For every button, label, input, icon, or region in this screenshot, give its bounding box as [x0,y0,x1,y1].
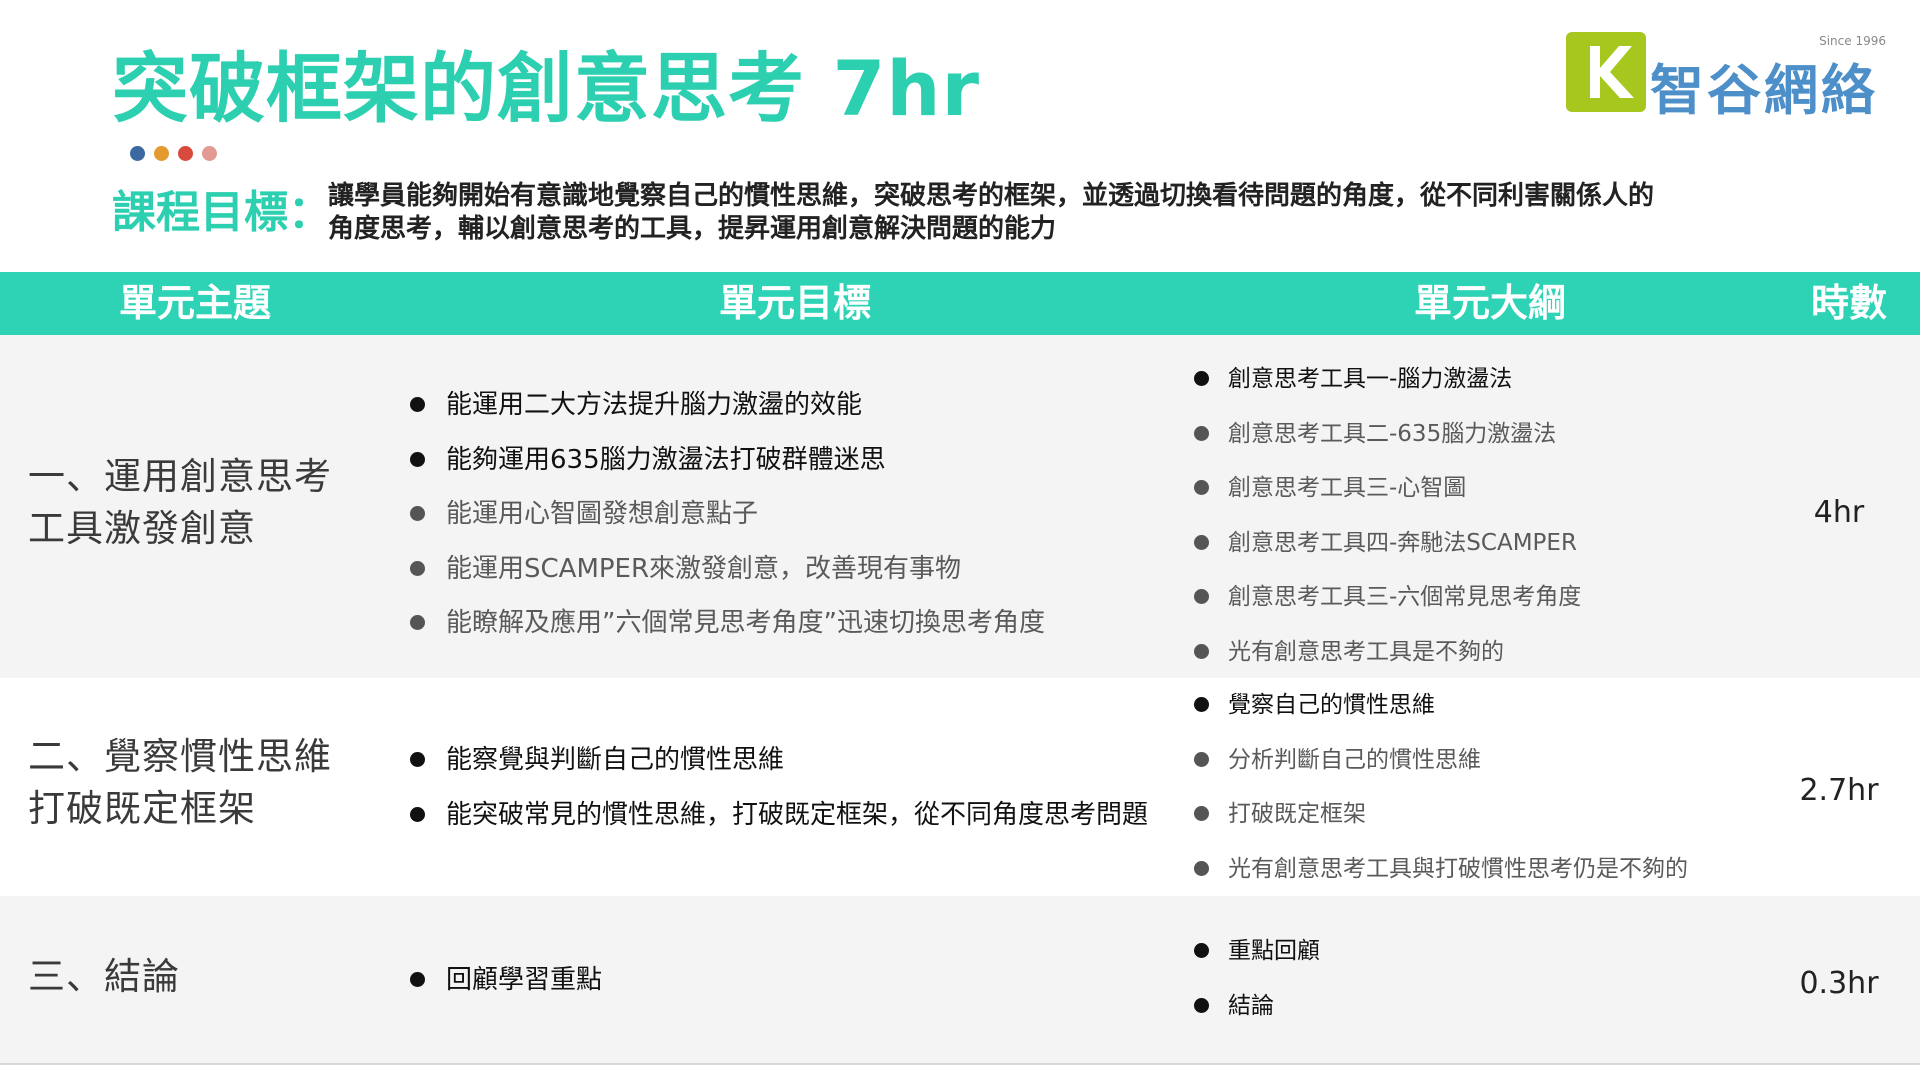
goal-item: 能夠運用635腦力激盪法打破群體迷思 [408,433,1045,488]
unit-topic: 三、結論 [28,955,180,998]
logo-since: Since 1996 [1819,34,1886,48]
goal-item: 能運用二大方法提升腦力激盪的效能 [408,378,1045,433]
decorative-dots [130,146,217,161]
goal-item: 能瞭解及應用”六個常見思考角度”迅速切換思考角度 [408,596,1045,651]
logo-k-icon [1566,32,1646,112]
goal-item: 能察覺與判斷自己的慣性思維 [408,733,1148,788]
outline-item: 創意思考工具二-635腦力激盪法 [1192,407,1581,462]
outline-item: 創意思考工具三-心智圖 [1192,461,1581,516]
header-topic: 單元主題 [118,281,271,325]
slide-title: 突破框架的創意思考 7hr [112,44,980,133]
table-bottom-border [0,1063,1920,1065]
header-outline: 單元大綱 [1413,281,1566,325]
company-logo: 智谷網絡 Since 1996 [1562,30,1890,122]
unit-goals: 能運用二大方法提升腦力激盪的效能 能夠運用635腦力激盪法打破群體迷思 能運用心… [408,378,1045,651]
table-row: 三、結論 回顧學習重點 重點回顧 結論 0.3hr [0,896,1920,1063]
outline-item: 結論 [1192,979,1320,1034]
outline-item: 分析判斷自己的慣性思維 [1192,733,1688,788]
outline-item: 覺察自己的慣性思維 [1192,678,1688,733]
dot-red [178,146,193,161]
goal-item: 回顧學習重點 [408,953,602,1008]
logo-text: 智谷網絡 [1650,59,1878,122]
course-goal-label: 課程目標： [112,187,332,238]
goal-item: 能運用心智圖發想創意點子 [408,487,1045,542]
header-hours: 時數 [1810,281,1887,325]
outline-item: 創意思考工具一-腦力激盪法 [1192,352,1581,407]
course-goal-text: 讓學員能夠開始有意識地覺察自己的慣性思維，突破思考的框架，並透過切換看待問題的角… [328,181,1655,244]
unit-topic: 一、運用創意思考工具激發創意 [28,455,332,550]
dot-blue [130,146,145,161]
outline-item: 重點回顧 [1192,924,1320,979]
outline-item: 光有創意思考工具與打破慣性思考仍是不夠的 [1192,842,1688,897]
unit-hours: 0.3hr [1799,966,1879,1001]
unit-goals: 回顧學習重點 [408,953,602,1008]
unit-outline: 創意思考工具一-腦力激盪法 創意思考工具二-635腦力激盪法 創意思考工具三-心… [1192,352,1581,679]
unit-outline: 覺察自己的慣性思維 分析判斷自己的慣性思維 打破既定框架 光有創意思考工具與打破… [1192,678,1688,896]
table-row: 二、覺察慣性思維打破既定框架 能察覺與判斷自己的慣性思維 能突破常見的慣性思維，… [0,678,1920,896]
unit-hours: 4hr [1813,495,1865,530]
table-header: 單元主題 單元目標 單元大綱 時數 [0,272,1920,335]
unit-outline: 重點回顧 結論 [1192,924,1320,1033]
unit-goals: 能察覺與判斷自己的慣性思維 能突破常見的慣性思維，打破既定框架，從不同角度思考問… [408,733,1148,842]
table-row: 一、運用創意思考工具激發創意 能運用二大方法提升腦力激盪的效能 能夠運用635腦… [0,335,1920,678]
outline-item: 創意思考工具三-六個常見思考角度 [1192,570,1581,625]
dot-orange [154,146,169,161]
outline-item: 打破既定框架 [1192,787,1688,842]
unit-hours: 2.7hr [1799,773,1879,808]
outline-item: 創意思考工具四-奔馳法SCAMPER [1192,516,1581,571]
outline-item: 光有創意思考工具是不夠的 [1192,625,1581,680]
dot-pink [202,146,217,161]
header-goal: 單元目標 [718,281,871,325]
unit-topic: 二、覺察慣性思維打破既定框架 [28,735,332,830]
goal-item: 能運用SCAMPER來激發創意，改善現有事物 [408,542,1045,597]
goal-item: 能突破常見的慣性思維，打破既定框架，從不同角度思考問題 [408,788,1148,843]
